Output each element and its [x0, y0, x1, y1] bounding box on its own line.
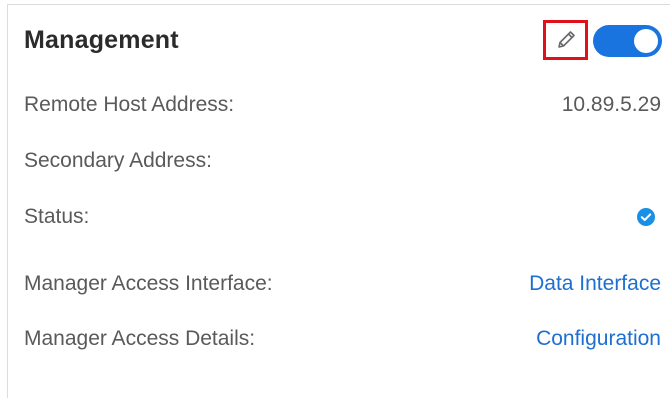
pencil-icon: [557, 31, 575, 48]
status-label: Status:: [24, 205, 90, 228]
remote-host-address-label: Remote Host Address:: [24, 93, 235, 116]
page: Management Remote Host Address: 10.89.5.…: [0, 0, 670, 398]
configuration-link[interactable]: Configuration: [536, 325, 661, 353]
management-toggle[interactable]: [593, 25, 662, 57]
secondary-address-label: Secondary Address:: [24, 149, 212, 172]
card-title: Management: [24, 26, 179, 54]
toggle-knob: [634, 29, 658, 53]
edit-button[interactable]: [543, 20, 588, 60]
remote-host-address-value: 10.89.5.29: [561, 93, 661, 116]
check-circle-icon: [637, 208, 655, 226]
manager-access-details-label: Manager Access Details:: [24, 327, 256, 350]
manager-access-interface-label: Manager Access Interface:: [24, 272, 273, 295]
data-interface-link[interactable]: Data Interface: [529, 270, 661, 298]
